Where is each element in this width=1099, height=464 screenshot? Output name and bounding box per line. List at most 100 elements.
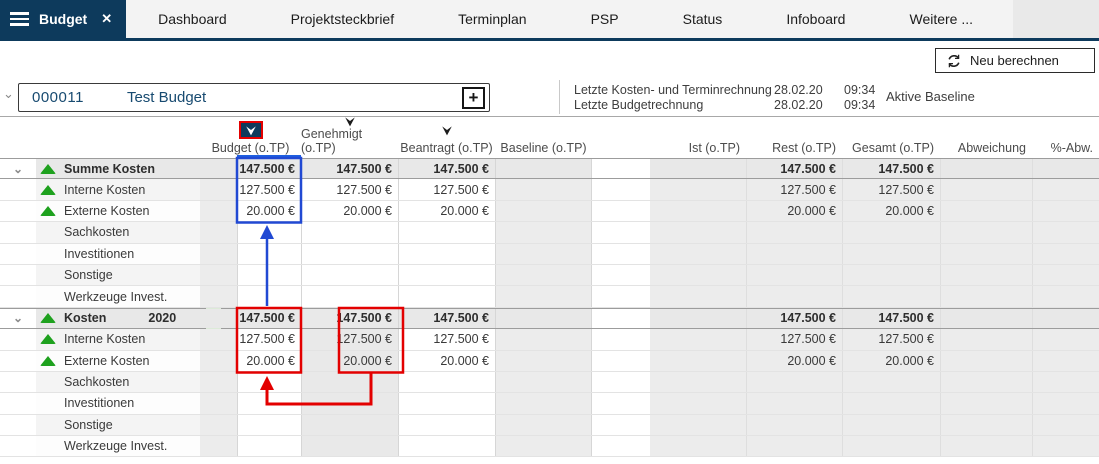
hamburger-menu-icon[interactable] — [10, 12, 29, 26]
project-collapse-chevron-icon[interactable]: ⌄ — [3, 86, 14, 102]
gutter — [200, 329, 237, 349]
green-up-triangle-icon — [40, 185, 56, 195]
column-header-budget[interactable]: Budget (o.TP) — [200, 118, 301, 158]
cell-abweichung — [940, 309, 1032, 328]
cell-genehmigt[interactable] — [301, 222, 398, 242]
tab-status[interactable]: Status — [651, 0, 755, 38]
add-button[interactable]: + — [462, 87, 485, 109]
cell-rest — [746, 244, 842, 264]
cell-genehmigt[interactable]: 147.500 € — [301, 309, 398, 328]
cell-ist — [650, 329, 746, 349]
tab-projektsteckbrief[interactable]: Projektsteckbrief — [259, 0, 426, 38]
cell-beantragt[interactable]: 147.500 € — [398, 159, 495, 178]
cell-budget[interactable]: 147.500 € — [237, 159, 301, 178]
cell-genehmigt[interactable] — [301, 244, 398, 264]
cell-beantragt[interactable] — [398, 393, 495, 413]
cell-genehmigt[interactable]: 20.000 € — [301, 351, 398, 371]
cell-budget[interactable]: 20.000 € — [237, 201, 301, 221]
cell-budget[interactable] — [237, 244, 301, 264]
cell-abweichung — [940, 179, 1032, 199]
project-header-row: ⌄ 000011 Test Budget + Letzte Kosten- un… — [0, 78, 1099, 117]
row-label: Sonstige — [36, 415, 200, 435]
cell-genehmigt[interactable] — [301, 436, 398, 456]
cell-genehmigt[interactable] — [301, 286, 398, 306]
column-header-ist[interactable]: Ist (o.TP) — [650, 118, 746, 158]
table-row-sonstige: Sonstige — [0, 415, 1099, 436]
cell-genehmigt[interactable]: 127.500 € — [301, 329, 398, 349]
green-up-triangle-icon — [40, 356, 56, 366]
column-header-beantragt[interactable]: Beantragt (o.TP) — [398, 118, 495, 158]
cell-beantragt[interactable] — [398, 222, 495, 242]
cell-beantragt[interactable] — [398, 286, 495, 306]
cell-budget[interactable] — [237, 415, 301, 435]
cell-prozent-abw — [1032, 393, 1099, 413]
cell-budget[interactable] — [237, 436, 301, 456]
cell-beantragt[interactable]: 127.500 € — [398, 329, 495, 349]
tab-dashboard[interactable]: Dashboard — [126, 0, 259, 38]
row-indent — [0, 372, 36, 392]
tab-budget-active[interactable]: Budget ✕ — [0, 0, 126, 38]
cell-baseline — [495, 309, 592, 328]
cell-gesamt: 20.000 € — [842, 201, 940, 221]
close-tab-icon[interactable]: ✕ — [101, 11, 112, 27]
gutter — [200, 393, 237, 413]
cell-beantragt[interactable] — [398, 415, 495, 435]
row-label: Investitionen — [36, 244, 200, 264]
tab-terminplan[interactable]: Terminplan — [426, 0, 558, 38]
cell-baseline — [495, 393, 592, 413]
cell-beantragt[interactable]: 147.500 € — [398, 309, 495, 328]
cell-budget[interactable] — [237, 265, 301, 285]
column-header-gesamt[interactable]: Gesamt (o.TP) — [842, 118, 940, 158]
cell-beantragt[interactable] — [398, 436, 495, 456]
cell-baseline — [495, 415, 592, 435]
cell-budget[interactable] — [237, 393, 301, 413]
cell-beantragt[interactable]: 127.500 € — [398, 179, 495, 199]
tab-psp[interactable]: PSP — [559, 0, 651, 38]
cell-budget[interactable]: 127.500 € — [237, 329, 301, 349]
cell-beantragt[interactable]: 20.000 € — [398, 201, 495, 221]
spacer-column — [592, 286, 650, 306]
cell-genehmigt[interactable] — [301, 415, 398, 435]
cell-beantragt[interactable]: 20.000 € — [398, 351, 495, 371]
column-header-abweichung[interactable]: Abweichung — [940, 118, 1032, 158]
tab-weitere[interactable]: Weitere ... — [877, 0, 1005, 38]
cell-genehmigt[interactable] — [301, 393, 398, 413]
dart-icon — [441, 125, 453, 136]
cell-prozent-abw — [1032, 415, 1099, 435]
cell-rest: 127.500 € — [746, 179, 842, 199]
cell-genehmigt[interactable]: 147.500 € — [301, 159, 398, 178]
cell-prozent-abw — [1032, 265, 1099, 285]
cell-budget[interactable]: 127.500 € — [237, 179, 301, 199]
cell-budget[interactable]: 147.500 € — [237, 309, 301, 328]
column-header-baseline[interactable]: Baseline (o.TP) — [495, 118, 592, 158]
recalculate-button[interactable]: Neu berechnen — [935, 48, 1095, 73]
group-collapse-chevron-icon[interactable]: ⌄ — [0, 309, 36, 328]
cell-genehmigt[interactable]: 20.000 € — [301, 201, 398, 221]
project-selector[interactable]: 000011 Test Budget + — [18, 83, 490, 112]
cell-baseline — [495, 351, 592, 371]
cell-genehmigt[interactable] — [301, 372, 398, 392]
row-label-text: Sonstige — [64, 268, 113, 282]
column-header-prozent-abw[interactable]: %-Abw. — [1032, 118, 1099, 158]
cell-genehmigt[interactable]: 127.500 € — [301, 179, 398, 199]
cell-beantragt[interactable] — [398, 265, 495, 285]
cell-budget[interactable]: 20.000 € — [237, 351, 301, 371]
tab-infoboard[interactable]: Infoboard — [754, 0, 877, 38]
cell-gesamt — [842, 286, 940, 306]
dart-icon — [344, 116, 356, 127]
cell-budget[interactable] — [237, 222, 301, 242]
cell-genehmigt[interactable] — [301, 265, 398, 285]
cell-budget[interactable] — [237, 286, 301, 306]
column-header-rest[interactable]: Rest (o.TP) — [746, 118, 842, 158]
cell-ist — [650, 159, 746, 178]
cell-ist — [650, 179, 746, 199]
group-collapse-chevron-icon[interactable]: ⌄ — [0, 159, 36, 178]
cell-baseline — [495, 244, 592, 264]
cell-beantragt[interactable] — [398, 372, 495, 392]
budget-app-window: Budget ✕ DashboardProjektsteckbriefTermi… — [0, 0, 1099, 464]
cell-abweichung — [940, 393, 1032, 413]
column-header-genehmigt[interactable]: Genehmigt (o.TP) — [301, 118, 398, 158]
cell-budget[interactable] — [237, 372, 301, 392]
row-label-text: Sachkosten — [64, 375, 129, 389]
cell-beantragt[interactable] — [398, 244, 495, 264]
